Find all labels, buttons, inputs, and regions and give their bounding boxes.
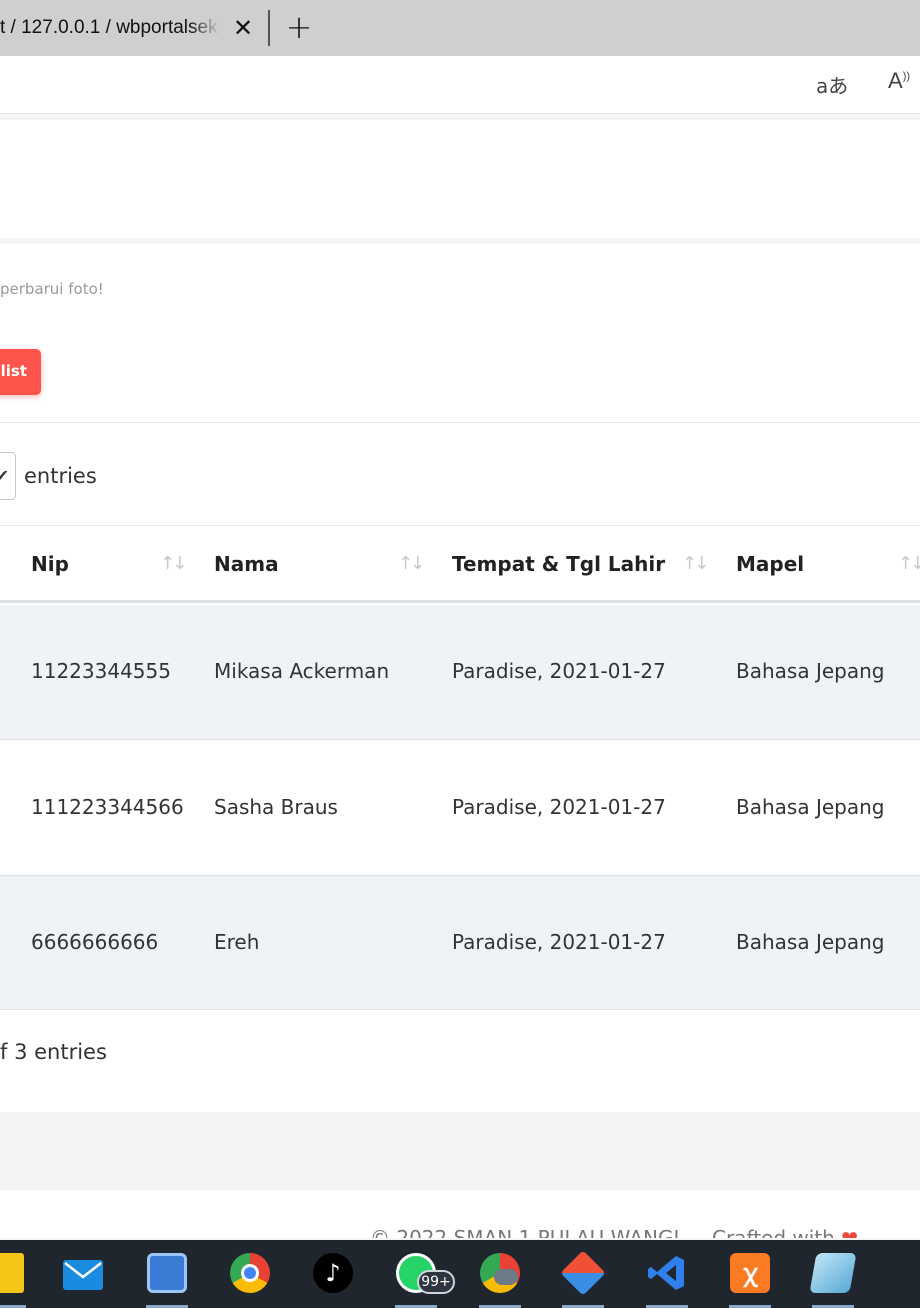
table-row: 11223344555 Mikasa Ackerman Paradise, 20… (0, 605, 920, 740)
cell-mapel: Bahasa Jepang (736, 930, 885, 954)
notification-badge: 99+ (417, 1270, 455, 1294)
chevron-down-icon: ✔ (0, 466, 9, 485)
table-row: 111223344566 Sasha Braus Paradise, 2021-… (0, 740, 920, 876)
table-info-text: f 3 entries (0, 1040, 107, 1064)
divider (0, 422, 920, 423)
translate-icon[interactable]: aあ (816, 70, 848, 99)
browser-tab[interactable]: t / 127.0.0.1 / wbportalsekolah ✕ (0, 0, 266, 56)
taskbar-item-notepad[interactable] (800, 1240, 866, 1308)
cell-nama: Sasha Braus (214, 795, 338, 819)
sort-icon[interactable]: ↑↓ (682, 553, 709, 574)
column-header-nama[interactable]: Nama (214, 526, 279, 602)
cell-nip: 6666666666 (31, 930, 159, 954)
heart-icon: ❤ (841, 1226, 858, 1238)
column-header-ttl[interactable]: Tempat & Tgl Lahir (452, 526, 665, 602)
table-header: Nip ↑↓ Nama ↑↓ Tempat & Tgl Lahir ↑↓ Map… (0, 525, 920, 603)
git-icon (560, 1250, 606, 1296)
taskbar-item-xampp[interactable]: ꭓ (717, 1240, 783, 1308)
copyright-text: © 2022 SMAN 1 PULAU WANGI — Crafted with… (370, 1226, 858, 1238)
cell-nama: Ereh (214, 930, 260, 954)
taskbar-item-tiktok[interactable]: ♪ (300, 1240, 366, 1308)
taskbar-item-file-explorer[interactable] (0, 1240, 36, 1308)
photo-hint-text: perbarui foto! (0, 280, 104, 298)
windows-taskbar: ♪ 99+ ꭓ (0, 1240, 920, 1308)
mail-icon (63, 1260, 103, 1290)
page-footer: © 2022 SMAN 1 PULAU WANGI — Crafted with… (0, 1190, 920, 1238)
browser-toolbar: aあ A)) (0, 56, 920, 114)
table-row: 6666666666 Ereh Paradise, 2021-01-27 Bah… (0, 876, 920, 1010)
notepad-icon (809, 1253, 857, 1293)
entries-select[interactable]: ✔ (0, 452, 16, 500)
tiktok-icon: ♪ (313, 1253, 353, 1293)
chrome-weather-icon (480, 1253, 520, 1293)
vscode-icon (647, 1253, 687, 1293)
taskbar-item-chrome[interactable] (217, 1240, 283, 1308)
cell-nip: 111223344566 (31, 795, 184, 819)
close-icon[interactable]: ✕ (230, 14, 256, 42)
sort-icon[interactable]: ↑↓ (160, 553, 187, 574)
taskbar-item-whatsapp[interactable]: 99+ (383, 1240, 455, 1308)
taskbar-item-vscode[interactable] (634, 1240, 700, 1308)
taskbar-item-chrome-weather[interactable] (467, 1240, 533, 1308)
file-explorer-icon (0, 1253, 24, 1293)
cell-mapel: Bahasa Jepang (736, 795, 885, 819)
cell-nip: 11223344555 (31, 659, 171, 683)
taskbar-item-mail[interactable] (50, 1240, 116, 1308)
entries-label: entries (24, 464, 97, 488)
cell-nama: Mikasa Ackerman (214, 659, 390, 683)
cell-mapel: Bahasa Jepang (736, 659, 885, 683)
tab-separator (268, 10, 270, 46)
sort-icon[interactable]: ↑↓ (398, 553, 425, 574)
browser-tab-bar: t / 127.0.0.1 / wbportalsekolah ✕ + (0, 0, 920, 56)
sort-icon[interactable]: ↑↓ (898, 553, 920, 574)
cell-ttl: Paradise, 2021-01-27 (452, 795, 666, 819)
column-header-nip[interactable]: Nip (31, 526, 69, 602)
list-button[interactable]: list (0, 349, 41, 395)
tab-title: t / 127.0.0.1 / wbportalsekolah (0, 17, 220, 38)
page-header (0, 120, 920, 238)
chrome-icon (230, 1253, 270, 1293)
taskbar-item-git[interactable] (550, 1240, 616, 1308)
xampp-icon: ꭓ (730, 1253, 770, 1293)
read-aloud-icon[interactable]: A)) (888, 68, 910, 94)
footer-spacer (0, 1118, 920, 1190)
column-header-mapel[interactable]: Mapel (736, 526, 804, 602)
new-tab-icon[interactable]: + (284, 11, 314, 43)
taskbar-item-video-editor[interactable] (134, 1240, 200, 1308)
video-editor-icon (147, 1253, 187, 1293)
cell-ttl: Paradise, 2021-01-27 (452, 659, 666, 683)
cell-ttl: Paradise, 2021-01-27 (452, 930, 666, 954)
